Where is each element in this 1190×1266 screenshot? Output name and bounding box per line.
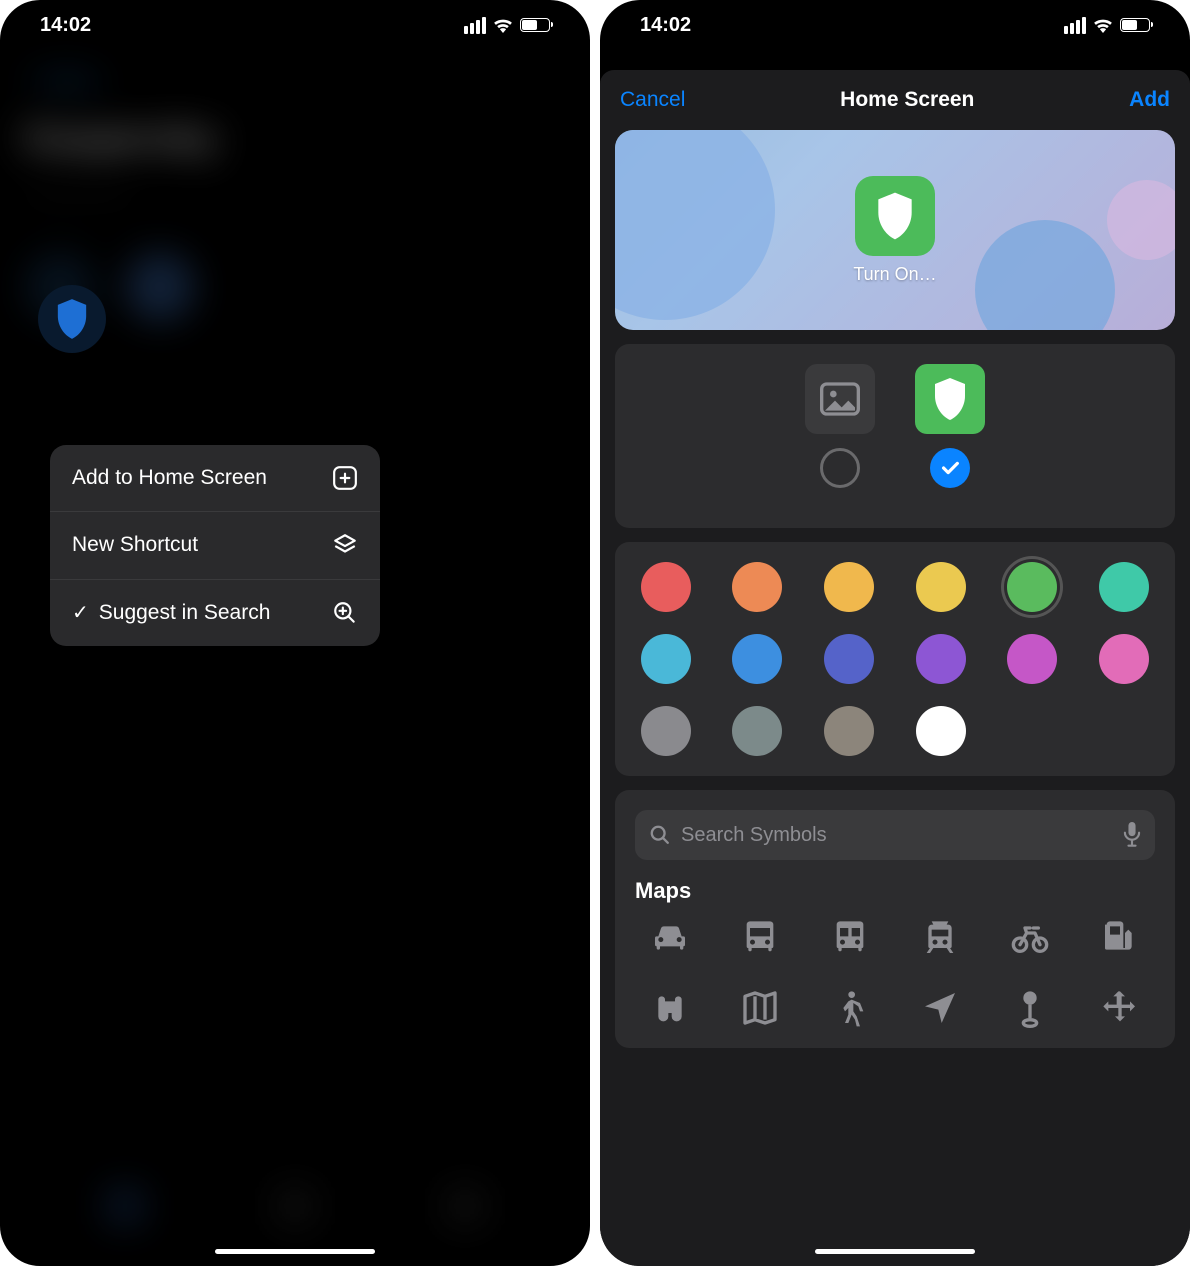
right-screenshot: 14:02 Cancel Home Screen Add Turn On… (600, 0, 1190, 1266)
home-indicator[interactable] (215, 1249, 375, 1254)
cellular-icon (464, 17, 486, 34)
app-icon-button[interactable] (915, 364, 985, 434)
menu-new-shortcut[interactable]: New Shortcut (50, 512, 380, 579)
search-symbols-field[interactable] (635, 810, 1155, 860)
color-yellow[interactable] (916, 562, 966, 612)
clock: 14:02 (640, 14, 691, 37)
home-screen-sheet: Cancel Home Screen Add Turn On… (600, 70, 1190, 1266)
symbol-map[interactable] (740, 988, 780, 1028)
symbol-binoculars[interactable] (650, 988, 690, 1028)
color-magenta[interactable] (1007, 634, 1057, 684)
symbol-bicycle[interactable] (1010, 918, 1050, 958)
add-button[interactable]: Add (1129, 88, 1170, 112)
symbol-location[interactable] (920, 988, 960, 1028)
cellular-icon (1064, 17, 1086, 34)
symbol-walk[interactable] (830, 988, 870, 1028)
color-orange[interactable] (732, 562, 782, 612)
color-grey3[interactable] (824, 706, 874, 756)
preview-app-icon (855, 176, 935, 256)
sheet-title: Home Screen (840, 88, 974, 112)
preview-label: Turn On… (853, 264, 936, 285)
home-screen-preview: Turn On… (615, 130, 1175, 330)
context-menu: Add to Home Screen New Shortcut ✓ Sugges… (50, 445, 380, 646)
color-green[interactable] (1007, 562, 1057, 612)
app-icon-radio-checked[interactable] (930, 448, 970, 488)
symbol-transit[interactable] (830, 918, 870, 958)
symbol-section-header: Maps (635, 878, 1155, 904)
menu-add-to-home[interactable]: Add to Home Screen (50, 445, 380, 512)
symbol-fuel[interactable] (1100, 918, 1140, 958)
shield-icon (932, 378, 968, 420)
color-white[interactable] (916, 706, 966, 756)
icon-source-card (615, 344, 1175, 528)
cancel-button[interactable]: Cancel (620, 88, 685, 112)
magnify-plus-icon (332, 600, 358, 626)
clock: 14:02 (40, 14, 91, 37)
color-grey1[interactable] (641, 706, 691, 756)
search-icon (649, 824, 671, 846)
symbol-tram[interactable] (920, 918, 960, 958)
shortcut-app-icon[interactable] (38, 285, 106, 353)
symbol-bus[interactable] (740, 918, 780, 958)
color-red[interactable] (641, 562, 691, 612)
wifi-icon (1092, 17, 1114, 33)
search-input[interactable] (681, 824, 1113, 847)
battery-icon (520, 18, 550, 32)
color-teal[interactable] (1099, 562, 1149, 612)
color-grey2[interactable] (732, 706, 782, 756)
layers-icon (332, 532, 358, 558)
color-pink[interactable] (1099, 634, 1149, 684)
wifi-icon (492, 17, 514, 33)
symbol-picker-card: Maps (615, 790, 1175, 1048)
plus-square-icon (332, 465, 358, 491)
symbol-car[interactable] (650, 918, 690, 958)
checkmark-icon: ✓ (72, 600, 89, 625)
symbol-move[interactable] (1100, 988, 1140, 1028)
status-bar: 14:02 (0, 0, 590, 50)
color-cyan[interactable] (641, 634, 691, 684)
color-blue[interactable] (732, 634, 782, 684)
left-screenshot: 14:02 ‹ Gallery Kaspersky ～～～～～～ Add to … (0, 0, 590, 1266)
checkmark-icon (939, 457, 961, 479)
status-bar: 14:02 (600, 0, 1190, 50)
choose-photo-button[interactable] (805, 364, 875, 434)
color-purple[interactable] (916, 634, 966, 684)
symbol-pin[interactable] (1010, 988, 1050, 1028)
menu-suggest-in-search[interactable]: ✓ Suggest in Search (50, 580, 380, 646)
home-indicator[interactable] (815, 1249, 975, 1254)
color-picker-card (615, 542, 1175, 776)
battery-icon (1120, 18, 1150, 32)
photo-radio[interactable] (820, 448, 860, 488)
color-amber[interactable] (824, 562, 874, 612)
mic-icon[interactable] (1123, 822, 1141, 848)
color-indigo[interactable] (824, 634, 874, 684)
photo-icon (820, 382, 860, 416)
